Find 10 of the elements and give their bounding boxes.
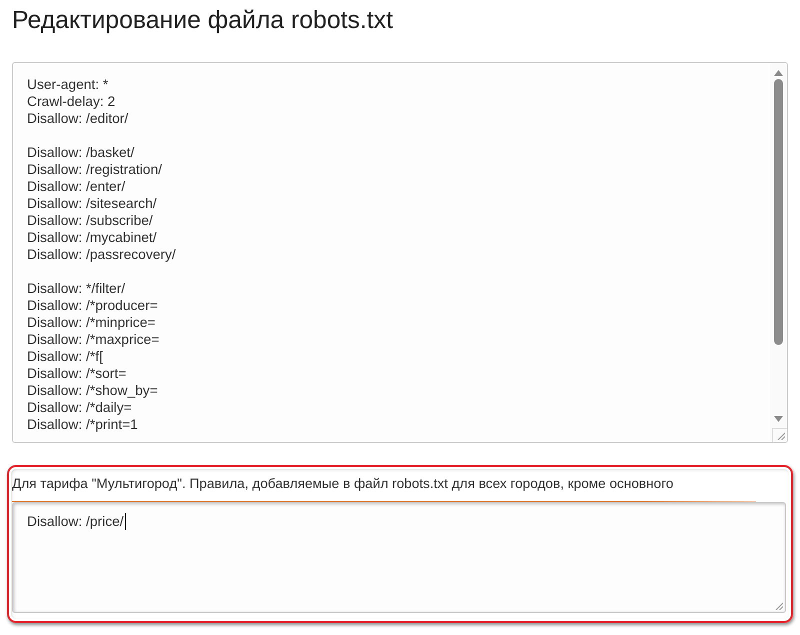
robots-text-field[interactable]: User-agent: * Crawl-delay: 2 Disallow: /editor/ Disallow: /basket/ Disallow: /registration/ Disallow: /enter/ Disallow: /sitesearch/ Disallow: /subscribe/ Disallow: /mycabinet/ Disallow: /passrecovery/ Disallow: */filter/ Disallow: /*producer= Disallow: /*minprice= Disallow: /*maxprice= Disallow: /*f[ Disallow: /*sort= Disallow: /*show_by= Disallow: /*daily= Disallow: /*print=1 [12, 62, 788, 443]
page-title: Редактирование файла robots.txt [12, 6, 393, 36]
resize-grip-icon[interactable] [775, 602, 783, 610]
rules-text-field[interactable]: Disallow: /price/ [12, 502, 786, 613]
scrollbar[interactable] [770, 63, 787, 442]
scroll-down-icon[interactable] [774, 416, 783, 422]
field-label: Для тарифа "Мультигород". Правила, добавляемые в файл robots.txt для всех городов, кроме основного [12, 475, 674, 493]
scrollbar-thumb[interactable] [774, 79, 783, 345]
scroll-up-icon[interactable] [774, 70, 783, 76]
resize-grip-icon[interactable] [777, 432, 785, 440]
